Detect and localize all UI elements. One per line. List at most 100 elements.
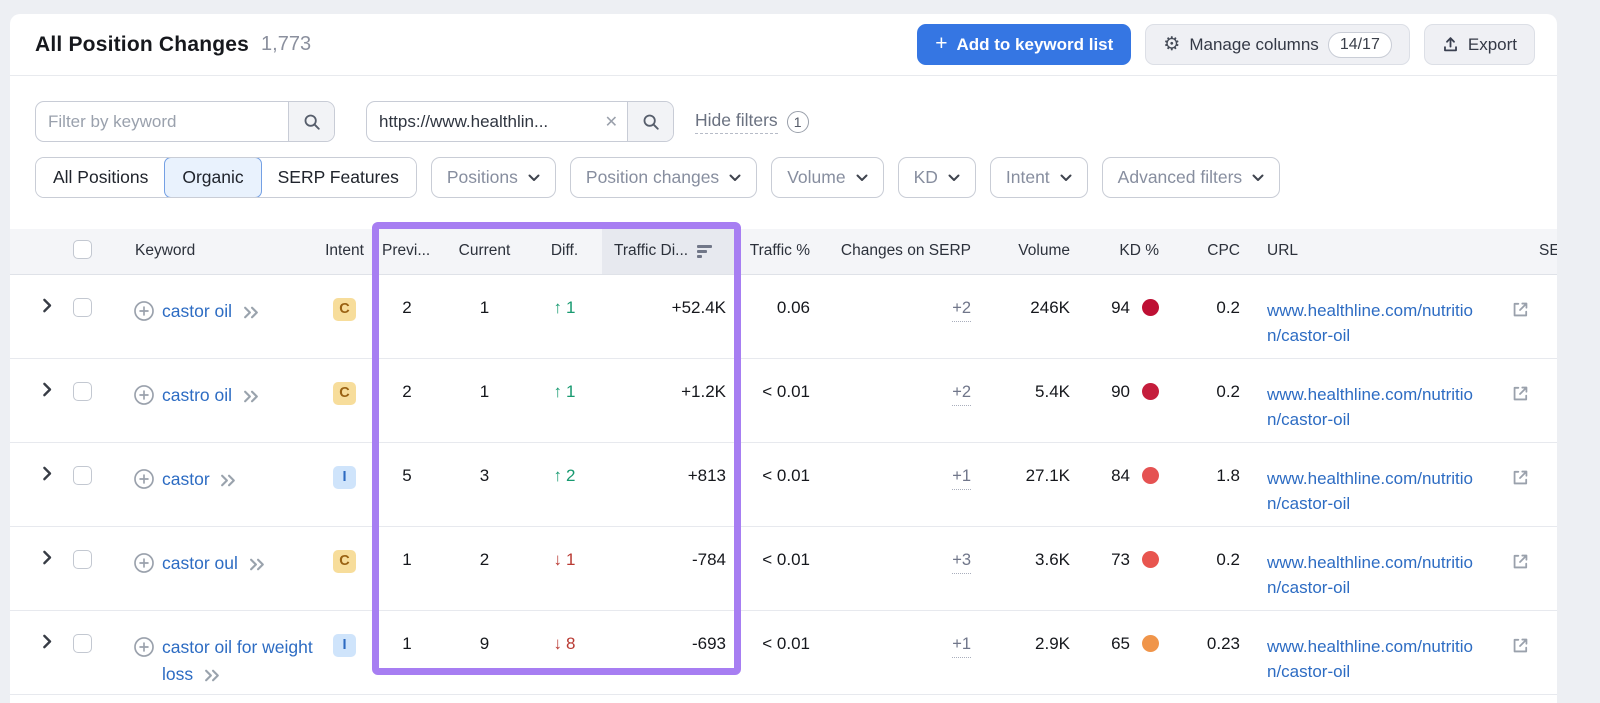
current-position-column-header[interactable]: Current <box>442 229 527 274</box>
row-checkbox[interactable] <box>73 550 92 569</box>
kd-dropdown[interactable]: KD <box>898 157 976 198</box>
tab-all-positions[interactable]: All Positions <box>36 158 165 197</box>
traffic-pct-cell: < 0.01 <box>740 442 825 526</box>
external-link-icon[interactable] <box>1511 636 1530 684</box>
serp-changes-value[interactable]: +2 <box>952 383 971 406</box>
external-link-icon[interactable] <box>1511 552 1530 600</box>
add-keyword-icon[interactable] <box>133 300 155 325</box>
expand-row-icon[interactable] <box>42 382 60 397</box>
previous-position-cell: 2 <box>372 358 442 442</box>
url-link[interactable]: www.healthline.com/nutrition/castor-oil <box>1267 298 1479 348</box>
intent-column-header[interactable]: Intent <box>317 229 372 274</box>
external-link-icon[interactable] <box>1511 468 1530 516</box>
previous-position-cell: 2 <box>372 274 442 358</box>
checkbox-cell <box>60 274 105 358</box>
traffic-pct-column-header[interactable]: Traffic % <box>740 229 825 274</box>
keyword-filter-input[interactable] <box>48 112 276 132</box>
serp-changes-value[interactable]: +1 <box>952 467 971 490</box>
url-filter-input[interactable] <box>379 112 590 132</box>
se-column-header[interactable]: SE <box>1530 229 1557 274</box>
positions-dropdown[interactable]: Positions <box>431 157 556 198</box>
keyword-link[interactable]: castor <box>162 469 210 489</box>
diff-cell: ↑1 <box>527 274 602 358</box>
url-link[interactable]: www.healthline.com/nutrition/castor-oil <box>1267 466 1479 516</box>
gear-icon: ⚙ <box>1163 35 1180 54</box>
keyword-column-header[interactable]: Keyword <box>105 229 317 274</box>
add-to-keyword-list-button[interactable]: + Add to keyword list <box>917 24 1131 65</box>
table-row: castor I 5 3 ↑2 +813 < 0.01 +1 27.1K 84 <box>10 442 1557 526</box>
serp-changes-value[interactable]: +3 <box>952 551 971 574</box>
cpc-cell: 0.2 <box>1175 526 1250 610</box>
kd-level-dot <box>1142 383 1159 400</box>
keyword-search-button[interactable] <box>288 102 334 141</box>
previous-position-cell: 1 <box>372 526 442 610</box>
volume-dropdown[interactable]: Volume <box>771 157 883 198</box>
add-keyword-icon[interactable] <box>133 468 155 493</box>
search-icon <box>303 113 321 131</box>
expand-row-icon[interactable] <box>42 634 60 649</box>
position-changes-dropdown[interactable]: Position changes <box>570 157 757 198</box>
url-link[interactable]: www.healthline.com/nutrition/castor-oil <box>1267 634 1479 684</box>
cpc-cell: 0.23 <box>1175 610 1250 694</box>
open-keyword-icon[interactable] <box>249 558 266 571</box>
expand-row-icon[interactable] <box>42 466 60 481</box>
intent-cell: I <box>317 442 372 526</box>
diff-column-header[interactable]: Diff. <box>527 229 602 274</box>
traffic-diff-cell: +813 <box>602 442 740 526</box>
cpc-column-header[interactable]: CPC <box>1175 229 1250 274</box>
manage-columns-button[interactable]: ⚙ Manage columns 14/17 <box>1145 24 1410 65</box>
add-keyword-icon[interactable] <box>133 552 155 577</box>
changes-on-serp-column-header[interactable]: Changes on SERP <box>825 229 985 274</box>
open-keyword-icon[interactable] <box>204 669 221 682</box>
row-checkbox[interactable] <box>73 466 92 485</box>
external-link-icon[interactable] <box>1511 300 1530 348</box>
serp-changes-value[interactable]: +2 <box>952 299 971 322</box>
url-search-button[interactable] <box>627 102 673 141</box>
se-cell <box>1530 526 1557 610</box>
keyword-link[interactable]: castor oil <box>162 301 232 321</box>
open-keyword-icon[interactable] <box>243 306 260 319</box>
intent-dropdown[interactable]: Intent <box>990 157 1088 198</box>
tab-organic[interactable]: Organic <box>164 157 261 198</box>
url-link[interactable]: www.healthline.com/nutrition/castor-oil <box>1267 382 1479 432</box>
external-link-icon[interactable] <box>1511 384 1530 432</box>
intent-badge: C <box>333 298 356 321</box>
row-checkbox[interactable] <box>73 298 92 317</box>
keyword-link[interactable]: castor oil for weight loss <box>162 637 313 684</box>
previous-position-column-header[interactable]: Previ... <box>372 229 442 274</box>
traffic-diff-column-header[interactable]: Traffic Di... <box>602 229 740 274</box>
url-cell: www.healthline.com/nutrition/castor-oil <box>1250 358 1530 442</box>
advanced-filters-dropdown[interactable]: Advanced filters <box>1102 157 1281 198</box>
url-column-header[interactable]: URL <box>1250 229 1530 274</box>
intent-cell: C <box>317 358 372 442</box>
add-keyword-icon[interactable] <box>133 636 155 688</box>
select-all-checkbox[interactable] <box>73 240 92 259</box>
row-checkbox[interactable] <box>73 634 92 653</box>
volume-column-header[interactable]: Volume <box>985 229 1085 274</box>
previous-position-cell: 5 <box>372 442 442 526</box>
traffic-diff-cell: -784 <box>602 526 740 610</box>
kd-level-dot <box>1142 299 1159 316</box>
keyword-link[interactable]: castor oul <box>162 553 238 573</box>
open-keyword-icon[interactable] <box>220 474 237 487</box>
keyword-link[interactable]: castro oil <box>162 385 232 405</box>
expand-row-icon[interactable] <box>42 298 60 313</box>
chevron-down-icon <box>948 174 960 182</box>
changes-on-serp-cell: +1 <box>825 610 985 694</box>
serp-changes-value[interactable]: +1 <box>952 635 971 658</box>
active-filters-badge: 1 <box>787 111 809 133</box>
add-keyword-icon[interactable] <box>133 384 155 409</box>
url-link[interactable]: www.healthline.com/nutrition/castor-oil <box>1267 550 1479 600</box>
clear-url-icon[interactable]: ✕ <box>596 112 627 132</box>
plus-icon: + <box>935 33 947 54</box>
hide-filters-link[interactable]: Hide filters <box>695 110 778 134</box>
kd-column-header[interactable]: KD % <box>1085 229 1175 274</box>
kd-cell: 94 <box>1085 274 1175 358</box>
expand-row-icon[interactable] <box>42 550 60 565</box>
diff-cell: ↑2 <box>527 442 602 526</box>
intent-cell: C <box>317 526 372 610</box>
tab-serp-features[interactable]: SERP Features <box>261 158 416 197</box>
row-checkbox[interactable] <box>73 382 92 401</box>
export-button[interactable]: Export <box>1424 24 1535 65</box>
open-keyword-icon[interactable] <box>243 390 260 403</box>
